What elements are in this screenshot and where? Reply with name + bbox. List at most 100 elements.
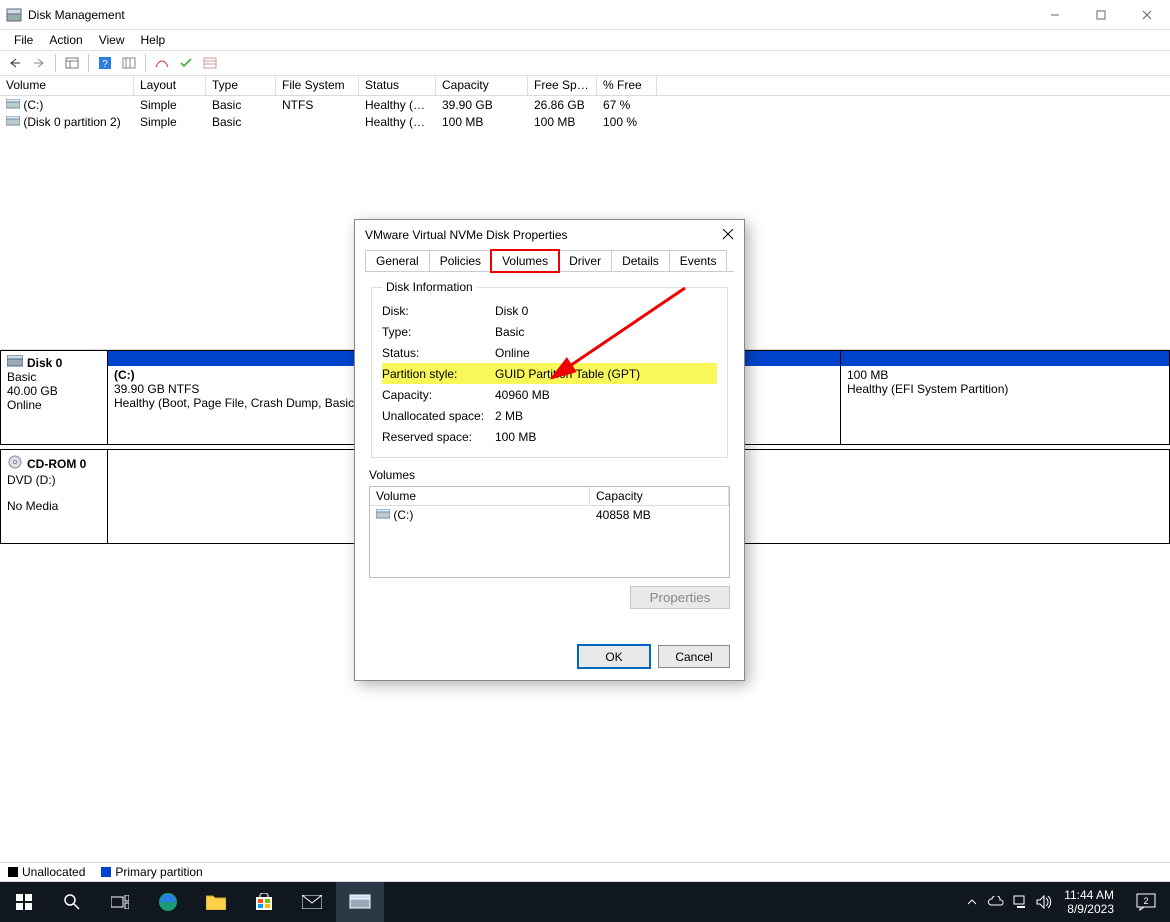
volumes-section-label: Volumes: [369, 468, 730, 482]
taskbar-diskmgmt-icon[interactable]: [336, 882, 384, 922]
col-volume[interactable]: Volume: [0, 76, 134, 95]
voltbl-col-volume[interactable]: Volume: [370, 487, 590, 506]
partition-header: [841, 351, 1169, 366]
legend-primary: Primary partition: [101, 865, 202, 879]
cdrom-icon: [7, 454, 23, 473]
toolbar-separator: [55, 54, 56, 72]
volume-free: 26.86 GB: [528, 96, 597, 113]
col-layout[interactable]: Layout: [134, 76, 206, 95]
tray-chevron-up-icon[interactable]: [960, 882, 984, 922]
nav-forward-button[interactable]: [28, 53, 50, 73]
legend-unallocated: Unallocated: [8, 865, 85, 879]
tray-clock[interactable]: 11:44 AM 8/9/2023: [1056, 888, 1122, 916]
dialog-title: VMware Virtual NVMe Disk Properties: [365, 228, 722, 242]
tray-time: 11:44 AM: [1064, 888, 1114, 902]
volume-status: Healthy (E...: [359, 113, 436, 130]
partition-health: Healthy (EFI System Partition): [847, 382, 1163, 396]
taskbar-mail-icon[interactable]: [288, 882, 336, 922]
col-type[interactable]: Type: [206, 76, 276, 95]
volume-status: Healthy (B...: [359, 96, 436, 113]
tab-general[interactable]: General: [365, 250, 430, 272]
toolbar-settings-button[interactable]: [118, 53, 140, 73]
toolbar-check-button[interactable]: [175, 53, 197, 73]
volume-icon: [6, 98, 20, 112]
volumes-table[interactable]: Volume Capacity (C:) 40858 MB: [369, 486, 730, 578]
col-filesystem[interactable]: File System: [276, 76, 359, 95]
info-status-value: Online: [495, 346, 530, 360]
disk-status: No Media: [7, 499, 101, 513]
volume-row[interactable]: (Disk 0 partition 2) Simple Basic Health…: [0, 113, 1170, 130]
info-type-label: Type:: [382, 325, 495, 339]
tab-events[interactable]: Events: [669, 250, 728, 272]
nav-back-button[interactable]: [4, 53, 26, 73]
taskbar-explorer-icon[interactable]: [192, 882, 240, 922]
dialog-titlebar[interactable]: VMware Virtual NVMe Disk Properties: [355, 220, 744, 250]
col-status[interactable]: Status: [359, 76, 436, 95]
toolbar-separator: [145, 54, 146, 72]
tray-sound-icon[interactable]: [1032, 882, 1056, 922]
partition-detail: 100 MB: [847, 368, 1163, 382]
disk-type: DVD (D:): [7, 473, 101, 487]
taskbar-edge-icon[interactable]: [144, 882, 192, 922]
svg-text:?: ?: [102, 59, 108, 70]
close-button[interactable]: [1124, 0, 1170, 30]
volume-type: Basic: [206, 113, 276, 130]
disk-info: Disk 0 Basic 40.00 GB Online: [0, 350, 108, 445]
system-tray: 11:44 AM 8/9/2023 2: [960, 882, 1170, 922]
toolbar-separator: [88, 54, 89, 72]
maximize-button[interactable]: [1078, 0, 1124, 30]
taskbar-store-icon[interactable]: [240, 882, 288, 922]
fieldset-legend: Disk Information: [382, 280, 477, 294]
taskbar-taskview-button[interactable]: [96, 882, 144, 922]
ok-button[interactable]: OK: [578, 645, 650, 668]
volume-row[interactable]: (C:) Simple Basic NTFS Healthy (B... 39.…: [0, 96, 1170, 113]
disk-name: CD-ROM 0: [27, 457, 86, 471]
start-button[interactable]: [0, 882, 48, 922]
col-freespace[interactable]: Free Spa...: [528, 76, 597, 95]
taskbar-search-button[interactable]: [48, 882, 96, 922]
tray-notifications-button[interactable]: 2: [1122, 882, 1170, 922]
menu-help[interactable]: Help: [133, 31, 174, 49]
toolbar: ?: [0, 50, 1170, 76]
tab-driver[interactable]: Driver: [558, 250, 612, 272]
voltbl-col-capacity[interactable]: Capacity: [590, 487, 729, 506]
volume-type: Basic: [206, 96, 276, 113]
cancel-button[interactable]: Cancel: [658, 645, 730, 668]
minimize-button[interactable]: [1032, 0, 1078, 30]
disk-size: 40.00 GB: [7, 384, 101, 398]
dialog-close-button[interactable]: [722, 228, 734, 243]
col-capacity[interactable]: Capacity: [436, 76, 528, 95]
info-reserved-label: Reserved space:: [382, 430, 495, 444]
disk-management-icon: [6, 7, 22, 23]
toolbar-list-button[interactable]: [199, 53, 221, 73]
volume-pct: 100 %: [597, 113, 657, 130]
voltbl-row[interactable]: (C:) 40858 MB: [370, 506, 729, 524]
titlebar: Disk Management: [0, 0, 1170, 30]
tray-onedrive-icon[interactable]: [984, 882, 1008, 922]
volume-icon: [6, 115, 20, 129]
toolbar-action-button[interactable]: [151, 53, 173, 73]
volume-name: (C:): [23, 98, 43, 112]
toolbar-help-button[interactable]: ?: [94, 53, 116, 73]
tray-date: 8/9/2023: [1064, 902, 1114, 916]
info-disk-value: Disk 0: [495, 304, 528, 318]
disk-properties-dialog: VMware Virtual NVMe Disk Properties Gene…: [354, 219, 745, 681]
volume-name: (Disk 0 partition 2): [23, 115, 120, 129]
info-capacity-value: 40960 MB: [495, 388, 550, 402]
menu-action[interactable]: Action: [41, 31, 90, 49]
tab-details[interactable]: Details: [611, 250, 670, 272]
tab-policies[interactable]: Policies: [429, 250, 492, 272]
toolbar-view-button[interactable]: [61, 53, 83, 73]
menu-file[interactable]: File: [6, 31, 41, 49]
volume-pct: 67 %: [597, 96, 657, 113]
disk-icon: [7, 355, 23, 370]
info-status-label: Status:: [382, 346, 495, 360]
partition[interactable]: 100 MB Healthy (EFI System Partition): [841, 350, 1170, 445]
disk-name: Disk 0: [27, 356, 62, 370]
menu-view[interactable]: View: [91, 31, 133, 49]
tab-volumes[interactable]: Volumes: [491, 250, 559, 272]
col-pctfree[interactable]: % Free: [597, 76, 657, 95]
info-capacity-label: Capacity:: [382, 388, 495, 402]
tray-network-icon[interactable]: [1008, 882, 1032, 922]
info-partition-style-label: Partition style:: [382, 367, 495, 381]
